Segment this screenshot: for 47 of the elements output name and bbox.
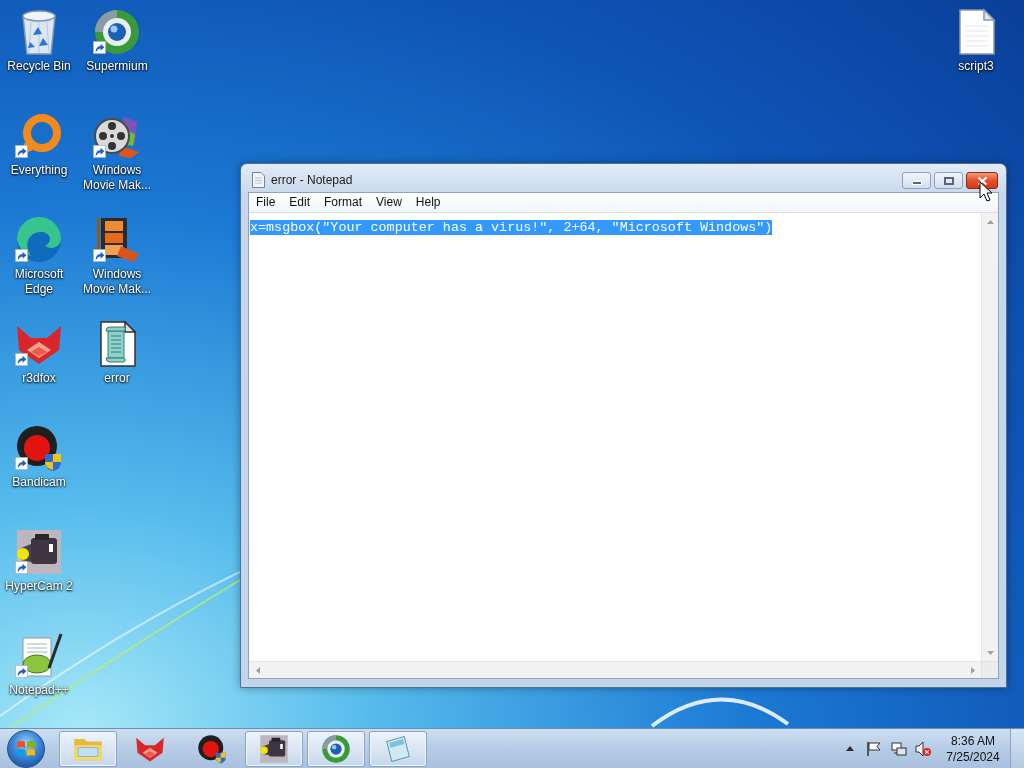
text-editor[interactable]: x=msgbox("Your computer has a virus!", 2+64, "Microsoft Windows") (249, 212, 998, 678)
desktop-item[interactable]: r3dfox (1, 318, 77, 386)
desktop-item[interactable]: Windows Movie Mak... (79, 110, 155, 193)
swirl-icon (15, 216, 63, 264)
minimize-icon (911, 180, 922, 185)
desktop-item[interactable]: error (79, 318, 155, 386)
taskbar-button[interactable] (307, 730, 365, 767)
up-caret-icon[interactable] (846, 746, 854, 751)
desktop-item[interactable]: Everything (1, 110, 77, 178)
muted-speaker-icon[interactable] (915, 740, 931, 757)
scrollbar-corner (981, 661, 998, 678)
network-icon[interactable] (891, 740, 907, 757)
four-pane-flag-icon (16, 738, 36, 759)
record-icon (15, 424, 63, 472)
editor-text: x=msgbox("Your computer has a virus!", 2+64, "Microsoft Windows") (250, 220, 773, 235)
desktop-item[interactable]: Windows Movie Mak... (79, 214, 155, 297)
clock-time: 8:36 AM (951, 732, 995, 749)
camcorder-icon (15, 528, 63, 576)
clock-date: 7/25/2024 (946, 748, 1000, 765)
notepad-page-icon (252, 172, 265, 188)
record-icon (197, 733, 227, 764)
menu-item[interactable]: Help (408, 194, 448, 211)
desktop-item[interactable]: Microsoft Edge (1, 214, 77, 297)
left-arrow-icon (255, 667, 260, 674)
desktop-item[interactable]: script3 (938, 6, 1014, 74)
menu-item[interactable]: File (249, 194, 283, 211)
right-arrow-icon (970, 667, 975, 674)
desktop-item[interactable]: Recycle Bin (1, 6, 77, 74)
desktop-item[interactable]: Supermium (79, 6, 155, 74)
close-button[interactable] (966, 172, 998, 189)
close-icon (976, 175, 988, 186)
taskbar-button[interactable] (245, 730, 303, 767)
minimize-button[interactable] (902, 172, 931, 189)
camcorder-icon (259, 733, 289, 764)
maximize-button[interactable] (934, 172, 963, 189)
window-title: error - Notepad (271, 172, 353, 188)
up-arrow-icon (987, 219, 994, 224)
menu-item[interactable]: Format (317, 194, 370, 211)
notepad-icon (383, 733, 413, 764)
menu-item[interactable]: View (369, 194, 409, 211)
flag-icon[interactable] (866, 740, 882, 757)
orb-icon (321, 733, 351, 764)
down-arrow-icon (987, 650, 994, 655)
start-button[interactable] (7, 729, 45, 768)
orb-icon (93, 8, 141, 56)
menu-item[interactable]: Edit (282, 194, 318, 211)
maximize-icon (943, 176, 954, 185)
